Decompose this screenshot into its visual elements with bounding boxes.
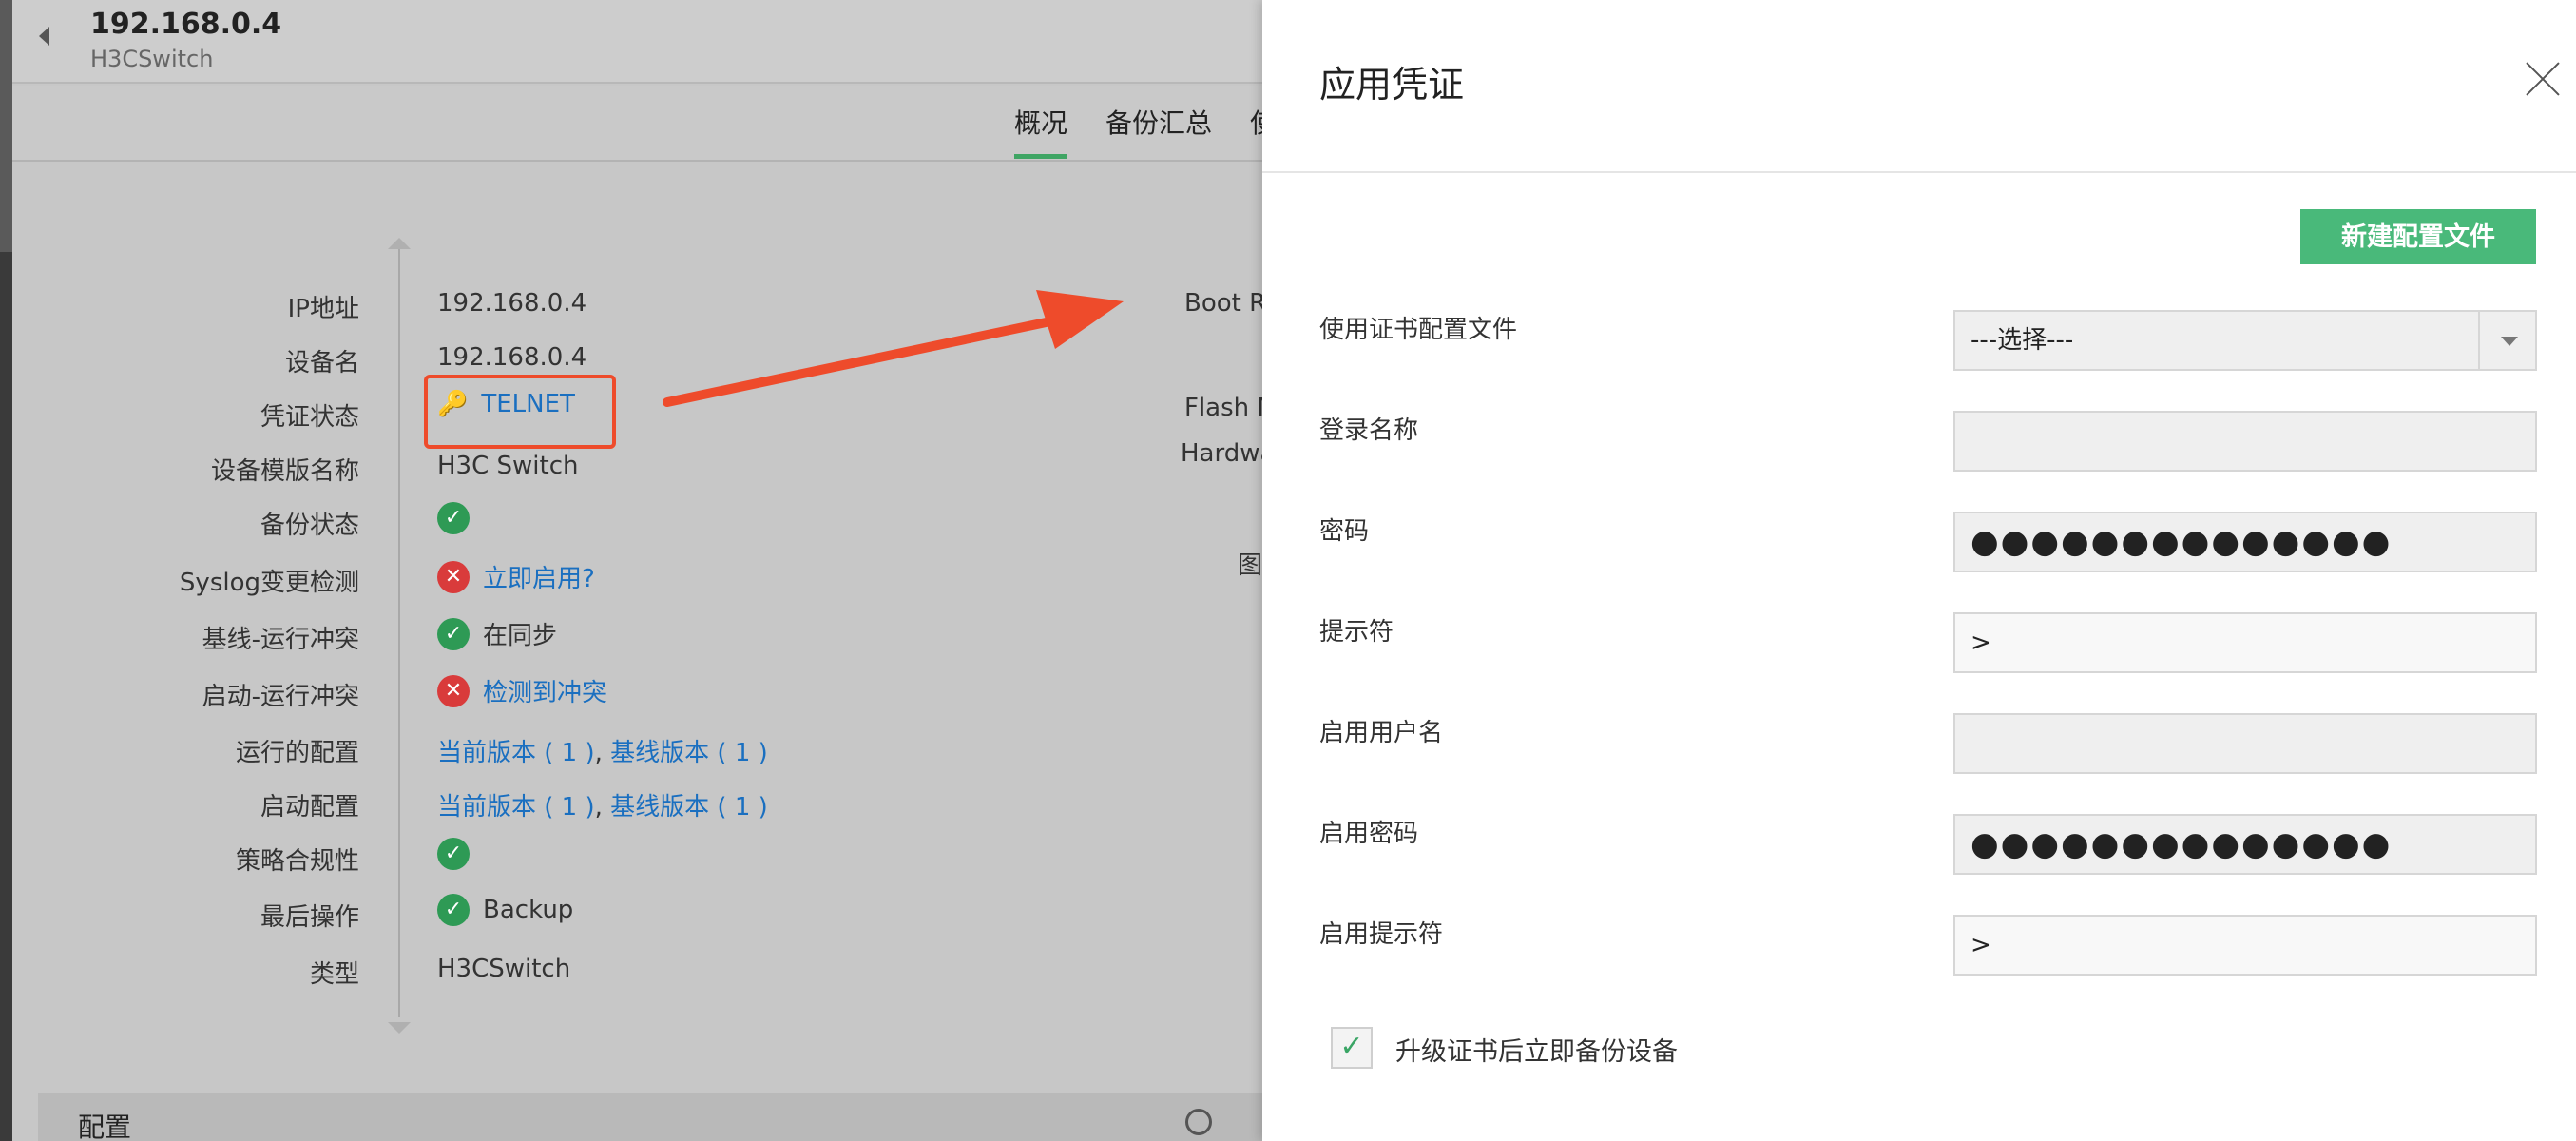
type-value: H3CSwitch: [437, 955, 571, 983]
startup-config-value: 当前版本 ( 1 ), 基线版本 ( 1 ): [437, 787, 768, 822]
running-config-label: 运行的配置: [235, 739, 359, 767]
scroll-down-icon[interactable]: [388, 1022, 411, 1034]
new-profile-button[interactable]: 新建配置文件: [2300, 209, 2536, 264]
close-icon[interactable]: [2522, 59, 2564, 101]
refresh-icon[interactable]: [1185, 1109, 1212, 1135]
backup-status-value: ✓: [437, 502, 470, 534]
template-value: H3C Switch: [437, 452, 579, 480]
hardware-label: Hardwa: [1181, 439, 1276, 468]
policy-value: ✓: [437, 838, 470, 870]
name-label: 设备名: [284, 349, 359, 377]
name-value: 192.168.0.4: [437, 343, 587, 372]
config-section-title: 配置: [78, 1112, 132, 1141]
check-circle-icon: ✓: [437, 894, 470, 926]
error-circle-icon: ✕: [437, 674, 470, 707]
startup-current-link[interactable]: 当前版本 ( 1 ): [437, 793, 595, 822]
enable-username-label: 启用用户名: [1319, 719, 1444, 747]
enable-password-input[interactable]: ●●●●●●●●●●●●●●: [1953, 814, 2537, 875]
password-label: 密码: [1319, 517, 1370, 546]
check-circle-icon: ✓: [437, 838, 470, 870]
check-circle-icon: ✓: [437, 617, 470, 650]
error-circle-icon: ✕: [437, 560, 470, 593]
prompt-label: 提示符: [1319, 618, 1394, 647]
prompt-input[interactable]: >: [1953, 612, 2537, 673]
syslog-label: Syslog变更检测: [179, 569, 359, 597]
startup-baseline-link[interactable]: 基线版本 ( 1 ): [610, 793, 768, 822]
chevron-down-icon[interactable]: [2478, 312, 2535, 369]
device-type-subtitle: H3CSwitch: [90, 46, 214, 72]
backup-text: Backup: [483, 896, 574, 924]
profile-select[interactable]: ---选择---: [1953, 310, 2537, 371]
startup-config-label: 启动配置: [260, 793, 359, 822]
template-label: 设备模版名称: [210, 457, 359, 486]
backup-after-upgrade-label: 升级证书后立即备份设备: [1395, 1037, 1678, 1067]
running-baseline-link[interactable]: 基线版本 ( 1 ): [610, 739, 768, 767]
in-sync-text: 在同步: [483, 622, 558, 650]
enable-password-label: 启用密码: [1319, 820, 1419, 848]
login-name-input[interactable]: [1953, 411, 2537, 472]
last-operation-value: ✓ Backup: [437, 894, 573, 926]
config-section-bar: 配置: [38, 1093, 1274, 1141]
scroll-up-icon[interactable]: [388, 238, 411, 249]
separator: ,: [594, 793, 603, 822]
drawer-title: 应用凭证: [1319, 64, 1465, 106]
baseline-conflict-value: ✓ 在同步: [437, 616, 557, 651]
annotation-arrow-icon: [663, 290, 1124, 407]
apply-credential-drawer: 应用凭证 新建配置文件 使用证书配置文件 ---选择--- 登录名称 密码 ●●…: [1262, 0, 2576, 1141]
profile-select-value: ---选择---: [1970, 326, 2074, 355]
profile-label: 使用证书配置文件: [1319, 316, 1518, 344]
image-label: 图: [1238, 551, 1263, 580]
tab-overview[interactable]: 概况: [1014, 103, 1068, 159]
ip-label: IP地址: [287, 295, 359, 323]
boot-rom-label: Boot R: [1184, 289, 1267, 318]
tab-backup-summary[interactable]: 备份汇总: [1105, 103, 1212, 141]
ip-value: 192.168.0.4: [437, 289, 587, 318]
conflict-detected-link[interactable]: 检测到冲突: [483, 673, 606, 708]
annotation-highlight-box: [424, 375, 616, 449]
last-operation-label: 最后操作: [260, 903, 359, 932]
backup-status-label: 备份状态: [260, 512, 359, 540]
device-ip-title: 192.168.0.4: [90, 8, 282, 41]
baseline-conflict-label: 基线-运行冲突: [202, 626, 359, 654]
enable-now-link[interactable]: 立即启用?: [483, 559, 595, 594]
running-config-value: 当前版本 ( 1 ), 基线版本 ( 1 ): [437, 733, 768, 768]
separator: ,: [594, 739, 603, 767]
divider: [1262, 171, 2576, 173]
back-arrow-icon[interactable]: [39, 27, 49, 46]
policy-label: 策略合规性: [235, 847, 359, 876]
enable-prompt-label: 启用提示符: [1319, 920, 1444, 949]
startup-conflict-label: 启动-运行冲突: [202, 683, 359, 711]
startup-conflict-value: ✕ 检测到冲突: [437, 673, 606, 708]
running-current-link[interactable]: 当前版本 ( 1 ): [437, 739, 595, 767]
password-input[interactable]: ●●●●●●●●●●●●●●: [1953, 512, 2537, 572]
login-name-label: 登录名称: [1319, 416, 1419, 445]
enable-prompt-input[interactable]: >: [1953, 915, 2537, 976]
credential-status-label: 凭证状态: [260, 403, 359, 432]
check-circle-icon: ✓: [437, 502, 470, 534]
enable-username-input[interactable]: [1953, 713, 2537, 774]
backup-after-upgrade-checkbox[interactable]: ✓: [1331, 1027, 1373, 1069]
syslog-value: ✕ 立即启用?: [437, 559, 595, 594]
type-label: 类型: [309, 960, 359, 989]
divider: [398, 249, 400, 1017]
